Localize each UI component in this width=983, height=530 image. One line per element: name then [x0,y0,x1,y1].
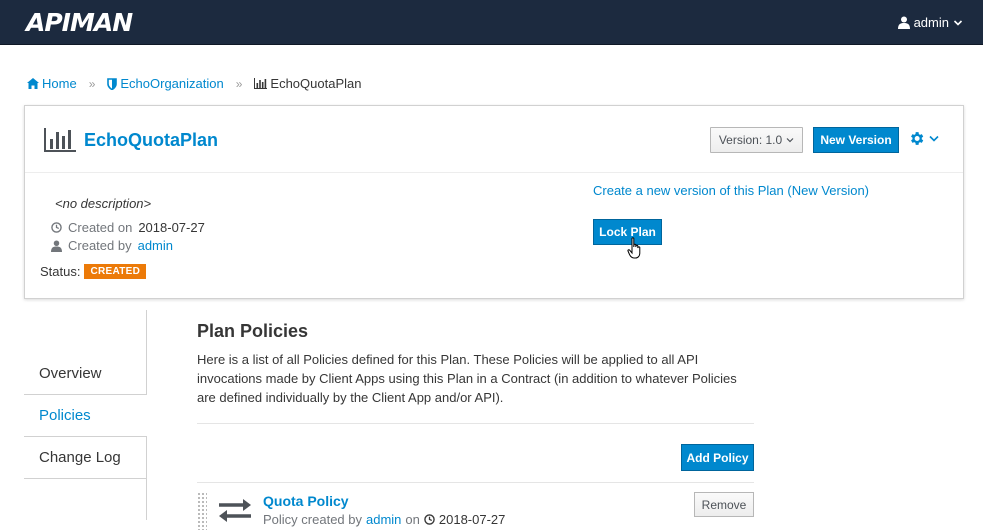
plan-actions-menu[interactable] [908,130,939,147]
plan-card-header: EchoQuotaPlan Version: 1.0 New Version [25,106,963,173]
policy-meta: Policy created by admin on 2018-07-27 [263,512,505,527]
created-by-user-link[interactable]: admin [138,238,173,253]
created-by-row: Created by admin [51,238,173,253]
user-icon [51,240,62,252]
policy-on-label: on [405,512,420,527]
apiman-logo[interactable]: APIMAN [26,9,133,37]
plan-title[interactable]: EchoQuotaPlan [84,130,218,151]
chevron-down-icon [786,138,794,143]
breadcrumb-home[interactable]: Home [27,76,77,91]
status-row: Status: CREATED [40,264,147,279]
chevron-down-icon [953,19,963,26]
bar-chart-icon [254,78,268,89]
new-version-button[interactable]: New Version [813,127,899,153]
breadcrumb-separator: » [88,76,96,91]
shield-icon [107,77,118,90]
created-by-label: Created by [68,238,132,253]
status-badge: CREATED [84,264,147,279]
remove-policy-button[interactable]: Remove [694,492,754,517]
nav-item-change-log[interactable]: Change Log [24,437,147,479]
policies-description: Here is a list of all Policies defined f… [197,352,737,405]
create-version-link[interactable]: Create a new version of this Plan (New V… [593,183,869,198]
plan-description: <no description> [55,196,152,211]
nav-item-overview[interactable]: Overview [24,353,147,395]
add-policy-button[interactable]: Add Policy [681,444,754,471]
created-on-label: Created on [68,220,133,235]
policy-date: 2018-07-27 [438,512,506,527]
version-label: Version: 1.0 [718,133,783,147]
breadcrumb: Home » EchoOrganization » EchoQuotaPlan [27,76,361,91]
policy-created-by-link[interactable]: admin [366,512,401,527]
clock-icon [424,514,435,525]
breadcrumb-plan: EchoQuotaPlan [254,76,361,91]
created-on-date: 2018-07-27 [138,220,205,235]
policy-list-item: Quota Policy Policy created by admin on … [197,488,754,530]
policy-created-by-prefix: Policy created by [263,512,362,527]
policy-name-link[interactable]: Quota Policy [263,493,349,509]
breadcrumb-plan-label: EchoQuotaPlan [270,76,362,91]
bar-chart-icon [44,128,76,152]
breadcrumb-organization[interactable]: EchoOrganization [107,76,224,91]
divider [197,423,754,424]
user-menu[interactable]: admin [897,15,963,30]
status-label: Status: [40,264,81,279]
chevron-down-icon [929,135,939,142]
user-icon [897,16,910,29]
divider [197,482,754,483]
nav-item-policies[interactable]: Policies [24,395,147,437]
drag-handle[interactable] [197,492,207,530]
user-name: admin [913,15,949,30]
exchange-icon [219,499,251,522]
home-icon [27,78,39,89]
page-title: Plan Policies [197,321,309,341]
version-dropdown[interactable]: Version: 1.0 [710,127,803,153]
clock-icon [51,222,62,233]
hand-pointer-icon [627,237,641,259]
breadcrumb-organization-label: EchoOrganization [120,76,224,91]
plan-summary-card: EchoQuotaPlan Version: 1.0 New Version <… [24,105,964,299]
breadcrumb-separator: » [235,76,243,91]
top-navbar: APIMAN admin [0,0,983,45]
plan-side-nav: Overview Policies Change Log [24,310,147,520]
gear-icon [911,132,924,145]
created-on-row: Created on 2018-07-27 [51,220,205,235]
breadcrumb-home-label: Home [42,76,77,91]
